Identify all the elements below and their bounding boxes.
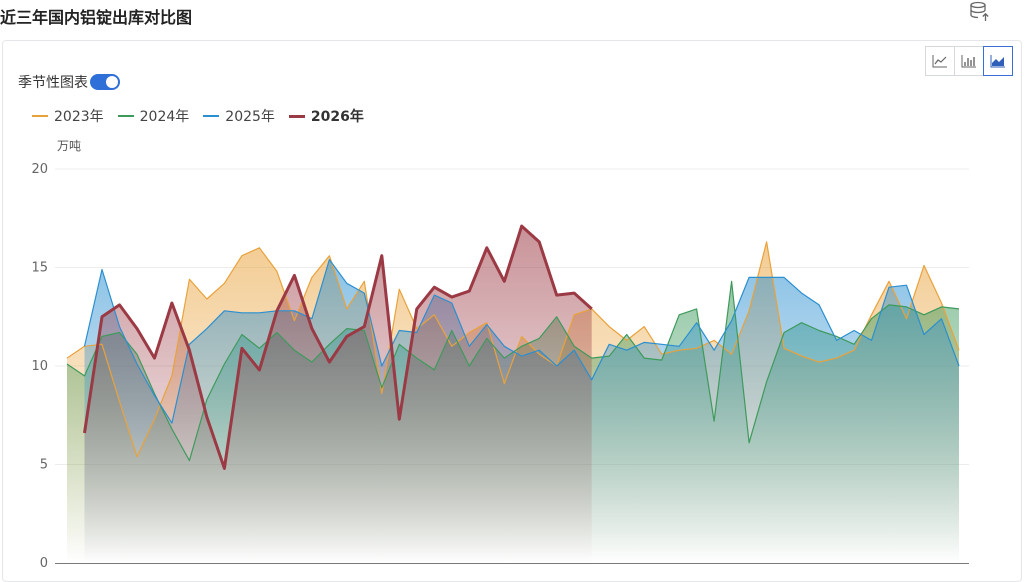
area-chart: 0 5 10 15 20 — [31, 162, 969, 568]
y-tick-label: 5 — [40, 458, 48, 473]
y-tick-label: 20 — [31, 162, 48, 177]
y-tick-label: 0 — [40, 556, 48, 568]
area-chart-icon[interactable] — [983, 46, 1013, 76]
y-tick-label: 15 — [31, 261, 48, 276]
y-tick-label: 10 — [31, 359, 48, 374]
